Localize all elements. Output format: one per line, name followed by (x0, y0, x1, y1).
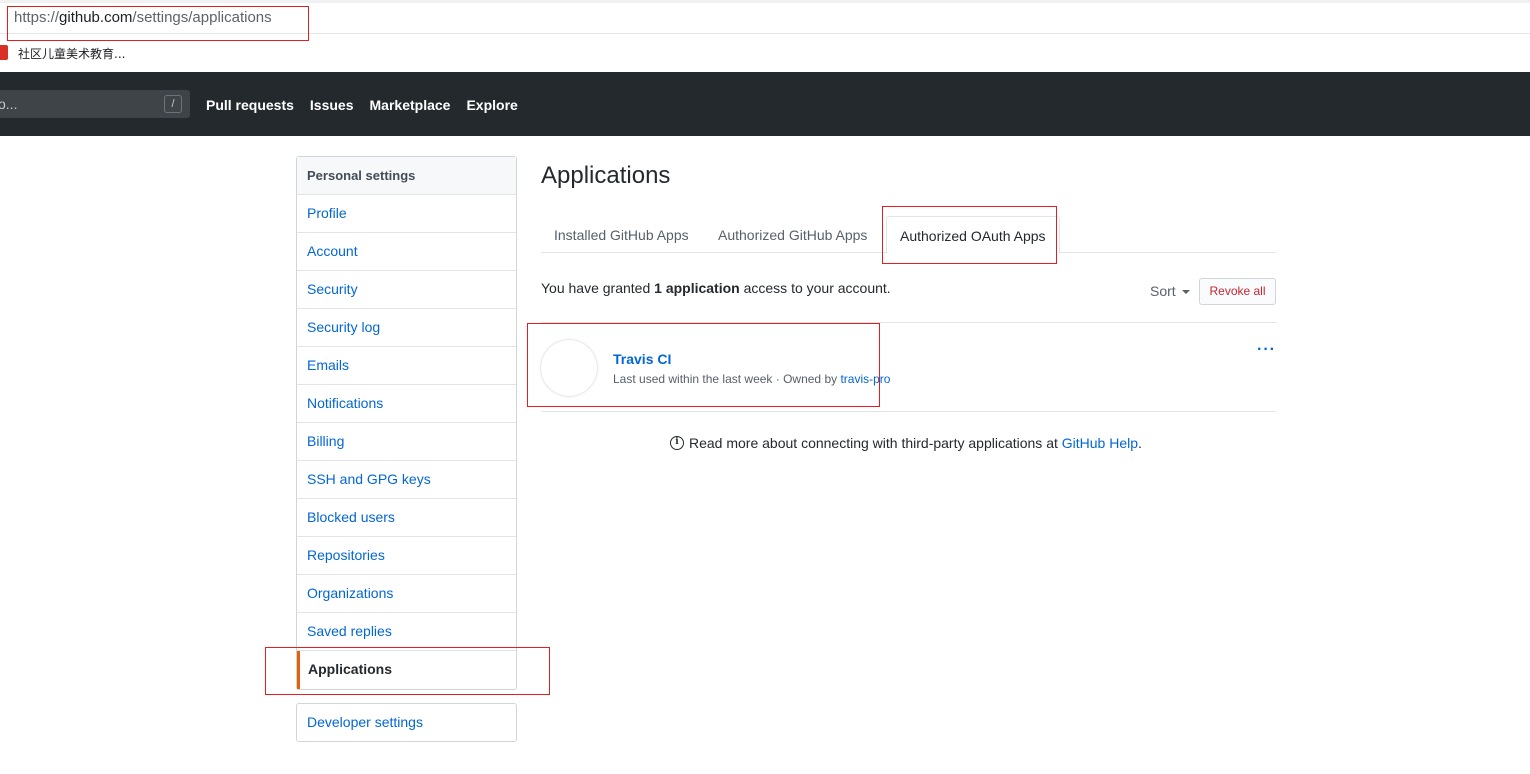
search-placeholder: o... (0, 96, 18, 112)
granted-prefix: You have granted (541, 280, 655, 296)
page-title: Applications (541, 162, 671, 189)
header-nav: Pull requests Issues Marketplace Explore (206, 97, 518, 113)
sidebar-item-repositories[interactable]: Repositories (297, 537, 516, 575)
annotation-box-oauth-tab (882, 206, 1057, 264)
help-text: Read more about connecting with third-pa… (689, 435, 1062, 451)
nav-pull-requests[interactable]: Pull requests (206, 97, 294, 113)
sidebar-item-security[interactable]: Security (297, 271, 516, 309)
tab-authorized-github-apps[interactable]: Authorized GitHub Apps (705, 216, 880, 253)
sidebar-item-profile[interactable]: Profile (297, 195, 516, 233)
sidebar-item-blocked-users[interactable]: Blocked users (297, 499, 516, 537)
granted-suffix: access to your account. (739, 280, 891, 296)
search-input[interactable]: o... / (0, 90, 190, 118)
sort-dropdown[interactable]: Sort (1150, 283, 1190, 299)
caret-down-icon (1181, 290, 1190, 295)
sidebar-item-saved-replies[interactable]: Saved replies (297, 613, 516, 651)
bookmark-item[interactable]: 社区儿童美术教育... (18, 45, 125, 62)
settings-sidebar: Personal settings Profile Account Securi… (296, 156, 517, 690)
sidebar-item-notifications[interactable]: Notifications (297, 385, 516, 423)
nav-explore[interactable]: Explore (466, 97, 517, 113)
developer-settings-box: Developer settings (296, 703, 517, 742)
annotation-box-url (7, 6, 309, 41)
annotation-box-applications (265, 647, 550, 695)
search-shortcut-hint: / (164, 95, 182, 113)
info-icon: i (670, 436, 684, 450)
tab-installed-github-apps[interactable]: Installed GitHub Apps (541, 216, 702, 253)
sidebar-item-billing[interactable]: Billing (297, 423, 516, 461)
sidebar-item-account[interactable]: Account (297, 233, 516, 271)
help-note: i Read more about connecting with third-… (670, 435, 1142, 451)
granted-count: 1 application (654, 280, 740, 296)
sidebar-item-organizations[interactable]: Organizations (297, 575, 516, 613)
help-end: . (1138, 435, 1142, 451)
sidebar-item-emails[interactable]: Emails (297, 347, 516, 385)
sidebar-item-security-log[interactable]: Security log (297, 309, 516, 347)
github-header: o... / Pull requests Issues Marketplace … (0, 72, 1530, 136)
sort-label: Sort (1150, 283, 1176, 299)
annotation-box-app (527, 323, 880, 407)
app-options-menu-icon[interactable]: ··· (1257, 341, 1276, 359)
granted-summary: You have granted 1 application access to… (541, 280, 891, 296)
bookmark-favicon-icon (0, 45, 8, 60)
sidebar-heading: Personal settings (297, 157, 516, 195)
nav-issues[interactable]: Issues (310, 97, 354, 113)
revoke-all-button[interactable]: Revoke all (1199, 278, 1276, 305)
sidebar-item-developer-settings[interactable]: Developer settings (297, 704, 516, 742)
nav-marketplace[interactable]: Marketplace (370, 97, 451, 113)
sidebar-item-ssh-gpg-keys[interactable]: SSH and GPG keys (297, 461, 516, 499)
github-help-link[interactable]: GitHub Help (1062, 435, 1138, 451)
